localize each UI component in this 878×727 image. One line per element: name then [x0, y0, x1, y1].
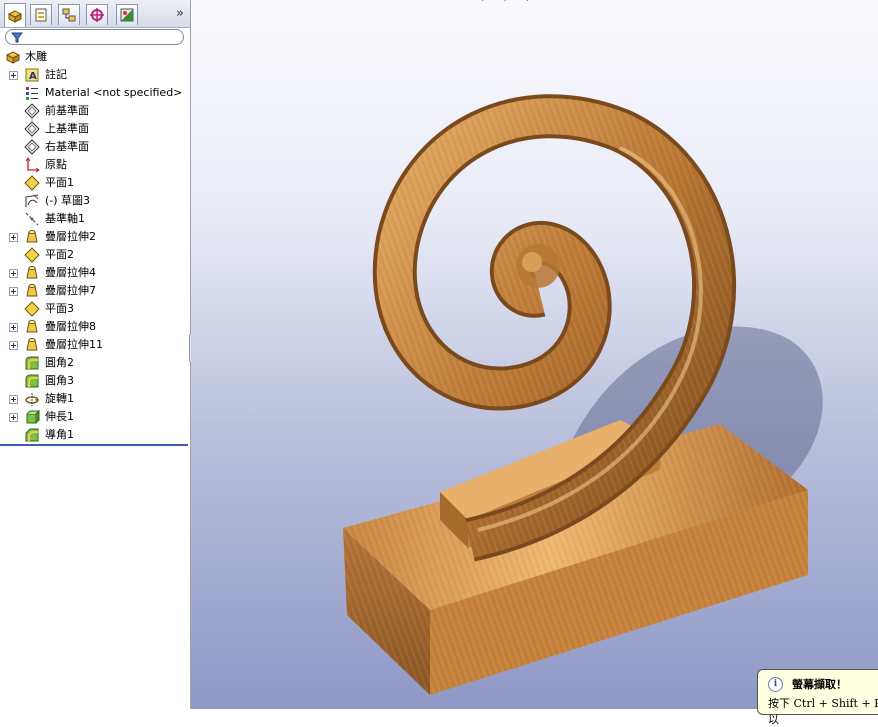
- expand-plus-icon[interactable]: [9, 269, 18, 278]
- balloon-title: 螢幕擷取！: [792, 678, 847, 691]
- plane-feature-icon: [24, 301, 40, 317]
- tree-item-label: 圓角2: [45, 356, 74, 369]
- expand-plus-icon[interactable]: [9, 395, 18, 404]
- tree-item-label: 註記: [45, 68, 67, 81]
- axis-icon: [25, 212, 39, 226]
- tree-item-label: 疊層拉伸2: [45, 230, 96, 243]
- tree-item[interactable]: 疊層拉伸2: [0, 228, 190, 246]
- fillet-icon: [25, 374, 39, 388]
- tree-item[interactable]: 疊層拉伸4: [0, 264, 190, 282]
- tree-item-label: 平面3: [45, 302, 74, 315]
- balloon-text: 按下 Ctrl + Shift + P 以: [768, 697, 878, 726]
- chevron-more-icon[interactable]: »: [176, 6, 184, 21]
- expand-plus-icon[interactable]: [9, 323, 18, 332]
- tree-item[interactable]: 圓角2: [0, 354, 190, 372]
- tree-item[interactable]: 上基準面: [0, 120, 190, 138]
- revolve-icon: [25, 393, 39, 406]
- tree-item[interactable]: 旋轉1: [0, 390, 190, 408]
- crosshair-icon: [90, 8, 104, 22]
- configuration-manager-tab[interactable]: [58, 4, 80, 25]
- tree-item-label: 疊層拉伸4: [45, 266, 96, 279]
- graphics-viewport[interactable]: · · ·: [191, 0, 878, 709]
- plane-feature-icon: [24, 175, 40, 191]
- configuration-icon: [62, 8, 76, 22]
- tree-item-label: 右基準面: [45, 140, 89, 153]
- tree-item-label: 伸長1: [45, 410, 74, 423]
- tree-root-part[interactable]: 木雕: [0, 48, 190, 66]
- tree-item-label: 疊層拉伸11: [45, 338, 103, 351]
- tree-item-label: (-) 草圖3: [45, 194, 91, 207]
- viewport-heads-up-toolbar-edge[interactable]: · · ·: [481, 0, 537, 7]
- tree-item[interactable]: 基準軸1: [0, 210, 190, 228]
- expand-plus-icon[interactable]: [9, 71, 18, 80]
- tree-item[interactable]: Material <not specified>: [0, 84, 190, 102]
- tree-item[interactable]: 原點: [0, 156, 190, 174]
- tree-root-label: 木雕: [25, 50, 47, 63]
- tree-item-label: 平面1: [45, 176, 74, 189]
- dimxpert-tab[interactable]: [86, 4, 108, 25]
- svg-text:A: A: [29, 71, 37, 82]
- feature-filter-input[interactable]: [5, 29, 184, 45]
- tree-item-label: 上基準面: [45, 122, 89, 135]
- tree-item-label: 導角1: [45, 428, 74, 441]
- tree-item[interactable]: 導角1: [0, 426, 190, 444]
- tree-item-label: 前基準面: [45, 104, 89, 117]
- tree-item-label: 疊層拉伸7: [45, 284, 96, 297]
- tree-item[interactable]: 平面3: [0, 300, 190, 318]
- sketch-icon: [25, 194, 39, 207]
- panel-tab-bar: »: [0, 0, 190, 28]
- screen-capture-balloon[interactable]: i 螢幕擷取！ 按下 Ctrl + Shift + P 以: [757, 669, 878, 726]
- tree-item[interactable]: 疊層拉伸8: [0, 318, 190, 336]
- wood-carving-model: [343, 94, 823, 695]
- tree-item[interactable]: (-) 草圖3: [0, 192, 190, 210]
- tree-item[interactable]: 疊層拉伸11: [0, 336, 190, 354]
- extrude-icon: [26, 409, 40, 424]
- tree-item-label: 原點: [45, 158, 67, 171]
- plane-icon: [24, 121, 40, 137]
- plane-icon: [24, 139, 40, 155]
- annotation-icon: A: [25, 68, 39, 82]
- tree-item[interactable]: 右基準面: [0, 138, 190, 156]
- tree-item[interactable]: 疊層拉伸7: [0, 282, 190, 300]
- origin-icon: [25, 157, 40, 173]
- fillet-icon: [25, 356, 39, 370]
- tree-item[interactable]: 前基準面: [0, 102, 190, 120]
- loft-icon: [26, 230, 38, 243]
- loft-icon: [26, 284, 38, 297]
- tree-item[interactable]: A 註記: [0, 66, 190, 84]
- plane-feature-icon: [24, 247, 40, 263]
- loft-icon: [26, 320, 38, 333]
- display-icon: [120, 8, 134, 22]
- loft-icon: [26, 266, 38, 279]
- feature-manager-panel: » 木雕 A 註記 Material <not specified> 前基準面上基準面右…: [0, 0, 191, 709]
- tree-item-label: 平面2: [45, 248, 74, 261]
- material-icon: [26, 87, 38, 100]
- expand-plus-icon[interactable]: [9, 413, 18, 422]
- filter-icon: [11, 32, 23, 43]
- expand-plus-icon[interactable]: [9, 341, 18, 350]
- tree-item-label: 疊層拉伸8: [45, 320, 96, 333]
- chamfer-icon: [25, 428, 39, 442]
- feature-tree: 木雕 A 註記 Material <not specified> 前基準面上基準面右基準…: [0, 48, 190, 444]
- property-icon: [35, 8, 47, 22]
- property-manager-tab[interactable]: [30, 4, 52, 25]
- tree-item[interactable]: 圓角3: [0, 372, 190, 390]
- tree-item-label: 基準軸1: [45, 212, 85, 225]
- tree-item[interactable]: 伸長1: [0, 408, 190, 426]
- feature-manager-tab[interactable]: [4, 3, 26, 27]
- tree-item-label: 旋轉1: [45, 392, 74, 405]
- info-icon: i: [768, 677, 783, 692]
- display-manager-tab[interactable]: [116, 4, 138, 25]
- plane-icon: [24, 103, 40, 119]
- tree-item-label: 圓角3: [45, 374, 74, 387]
- expand-plus-icon[interactable]: [9, 233, 18, 242]
- tree-item[interactable]: 平面1: [0, 174, 190, 192]
- part-icon: [5, 51, 21, 64]
- expand-plus-icon[interactable]: [9, 287, 18, 296]
- feature-tree-icon: [7, 9, 23, 23]
- rollback-bar[interactable]: [0, 444, 188, 446]
- tree-item-label: Material <not specified>: [45, 86, 183, 99]
- loft-icon: [26, 338, 38, 351]
- tree-item[interactable]: 平面2: [0, 246, 190, 264]
